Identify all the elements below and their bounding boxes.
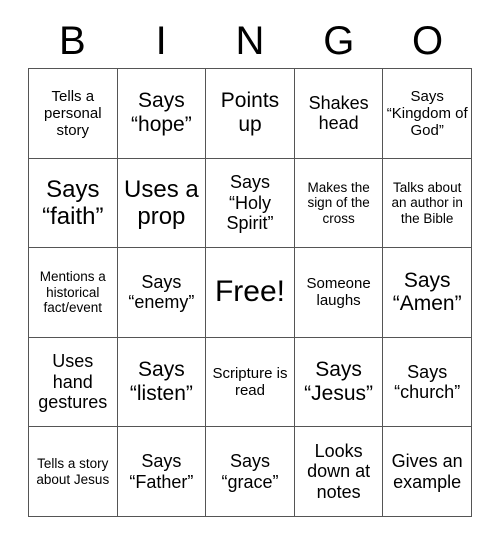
bingo-cell-label: Talks about an author in the Bible (391, 179, 463, 226)
bingo-cell-label: Tells a personal story (44, 87, 102, 139)
bingo-cell-r2c5[interactable]: Talks about an author in the Bible (383, 158, 472, 249)
bingo-card: B I N G O Tells a personal story Says “h… (28, 14, 472, 517)
bingo-cell-r5c3[interactable]: Says “grace” (206, 427, 295, 517)
bingo-cell-r5c4[interactable]: Looks down at notes (294, 427, 384, 517)
bingo-cell-r1c2[interactable]: Says “hope” (117, 69, 207, 159)
bingo-cell-label: Says “Amen” (392, 268, 462, 316)
bingo-cell-label: Scripture is read (212, 364, 288, 400)
bingo-cell-label: Tells a story about Jesus (36, 456, 110, 487)
bingo-cell-r1c5[interactable]: Says “Kingdom of God” (383, 69, 472, 159)
bingo-cell-label: Says “Father” (129, 451, 194, 492)
bingo-header-letter-n: N (235, 19, 265, 63)
bingo-cell-free-space[interactable]: Free! (206, 248, 295, 338)
bingo-cell-label: Gives an example (391, 451, 463, 492)
bingo-header-letter-o: O (412, 19, 444, 63)
bingo-cell-label: Looks down at notes (307, 440, 371, 502)
bingo-header-letter-i: I (155, 19, 167, 63)
bingo-cell-label: Says “listen” (129, 358, 193, 406)
bingo-cell-r4c3[interactable]: Scripture is read (206, 337, 295, 428)
bingo-cell-label: Makes the sign of the cross (307, 179, 370, 226)
bingo-cell-r1c4[interactable]: Shakes head (294, 69, 384, 159)
bingo-header-letter-b: B (59, 19, 86, 63)
bingo-free-label: Free! (214, 275, 285, 309)
bingo-cell-r2c2[interactable]: Uses a prop (117, 158, 207, 249)
bingo-grid: Tells a personal story Says “hope” Point… (28, 68, 472, 517)
bingo-cell-r1c1[interactable]: Tells a personal story (29, 69, 118, 159)
bingo-cell-label: Says “Jesus” (304, 358, 374, 406)
bingo-cell-r3c2[interactable]: Says “enemy” (117, 248, 207, 338)
bingo-cell-r2c4[interactable]: Makes the sign of the cross (294, 158, 384, 249)
bingo-cell-r4c2[interactable]: Says “listen” (117, 337, 207, 428)
bingo-cell-label: Points up (220, 89, 280, 137)
bingo-cell-r4c4[interactable]: Says “Jesus” (294, 337, 384, 428)
bingo-cell-r4c1[interactable]: Uses hand gestures (29, 337, 118, 428)
bingo-cell-r5c5[interactable]: Gives an example (383, 427, 472, 517)
bingo-cell-r5c2[interactable]: Says “Father” (117, 427, 207, 517)
bingo-cell-r3c4[interactable]: Someone laughs (294, 248, 384, 338)
bingo-header-letter-g: G (323, 19, 355, 63)
bingo-cell-r5c1[interactable]: Tells a story about Jesus (29, 427, 118, 517)
bingo-cell-label: Says “grace” (221, 451, 279, 492)
bingo-cell-label: Says “church” (394, 361, 461, 403)
bingo-cell-r2c3[interactable]: Says “Holy Spirit” (206, 158, 295, 249)
bingo-cell-label: Says “faith” (42, 175, 104, 230)
bingo-cell-r2c1[interactable]: Says “faith” (29, 158, 118, 249)
bingo-cell-label: Says “hope” (131, 89, 192, 137)
bingo-cell-label: Uses a prop (124, 175, 199, 230)
bingo-header: B I N G O (28, 14, 472, 68)
bingo-cell-label: Says “Kingdom of God” (386, 87, 468, 139)
bingo-cell-r3c5[interactable]: Says “Amen” (383, 248, 472, 338)
bingo-cell-r1c3[interactable]: Points up (206, 69, 295, 159)
bingo-cell-label: Someone laughs (306, 275, 371, 310)
bingo-cell-label: Says “Holy Spirit” (226, 172, 274, 234)
bingo-cell-label: Shakes head (308, 92, 369, 134)
bingo-cell-label: Mentions a historical fact/event (39, 269, 106, 316)
bingo-cell-r3c1[interactable]: Mentions a historical fact/event (29, 248, 118, 338)
bingo-cell-label: Says “enemy” (128, 271, 195, 313)
bingo-cell-r4c5[interactable]: Says “church” (383, 337, 472, 428)
bingo-cell-label: Uses hand gestures (38, 351, 108, 413)
